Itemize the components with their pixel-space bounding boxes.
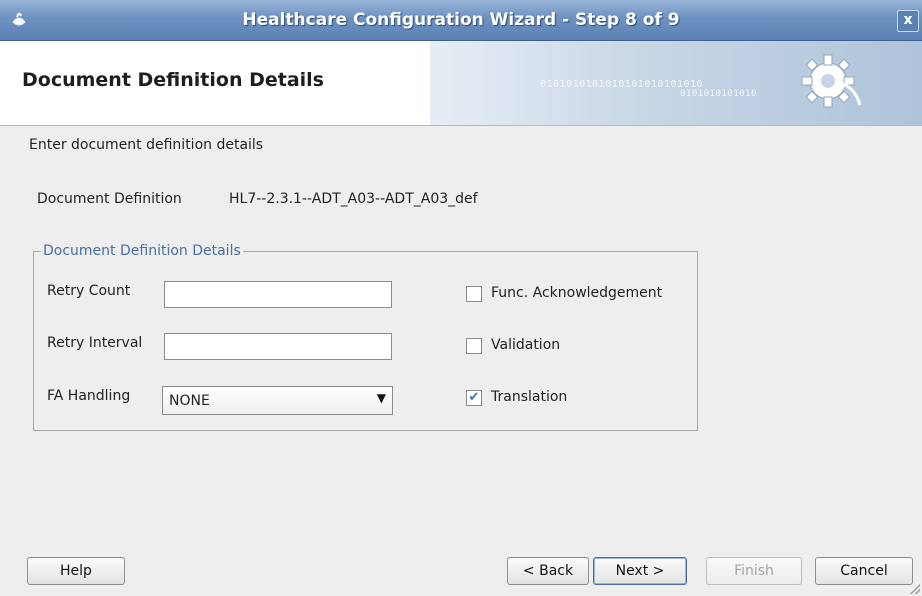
finish-button[interactable]: Finish — [706, 557, 802, 585]
retry-interval-label: Retry Interval — [47, 335, 143, 351]
fa-handling-select[interactable]: NONE ▼ — [162, 386, 393, 415]
translation-label[interactable]: Translation — [491, 389, 567, 405]
instruction-text: Enter document definition details — [29, 137, 264, 153]
gear-icon — [801, 54, 862, 108]
resize-grip[interactable] — [910, 584, 920, 594]
translation-checkbox[interactable]: ✔ — [466, 390, 482, 406]
func-ack-label[interactable]: Func. Acknowledgement — [491, 285, 662, 301]
document-definition-value: HL7--2.3.1--ADT_A03--ADT_A03_def — [229, 191, 478, 207]
retry-count-input[interactable] — [164, 281, 392, 308]
binary-decoration: 0101010101010101010101010 — [540, 79, 704, 90]
document-definition-label: Document Definition — [37, 191, 182, 207]
binary-decoration: 0101010101010 — [680, 89, 757, 99]
dropdown-arrow-icon: ▼ — [376, 391, 386, 405]
func-ack-checkbox[interactable] — [466, 286, 482, 302]
groupbox-title: Document Definition Details — [41, 243, 243, 259]
fa-handling-label: FA Handling — [47, 388, 131, 404]
window-title: Healthcare Configuration Wizard - Step 8… — [242, 10, 680, 30]
retry-count-label: Retry Count — [47, 283, 131, 299]
validation-label[interactable]: Validation — [491, 337, 560, 353]
checkmark-icon: ✔ — [468, 390, 480, 405]
retry-interval-input[interactable] — [164, 333, 392, 360]
close-button[interactable]: x — [897, 10, 919, 32]
page-title: Document Definition Details — [22, 69, 324, 91]
help-button[interactable]: Help — [27, 557, 125, 585]
fa-handling-value: NONE — [169, 393, 210, 409]
back-button[interactable]: < Back — [507, 557, 589, 585]
header-banner: 0101010101010101010101010 0101010101010 — [430, 41, 922, 125]
validation-checkbox[interactable] — [466, 338, 482, 354]
title-bar: Healthcare Configuration Wizard - Step 8… — [0, 0, 922, 41]
cancel-button[interactable]: Cancel — [815, 557, 913, 585]
next-button[interactable]: Next > — [593, 557, 687, 585]
wizard-header: Document Definition Details 010101010101… — [0, 41, 922, 126]
